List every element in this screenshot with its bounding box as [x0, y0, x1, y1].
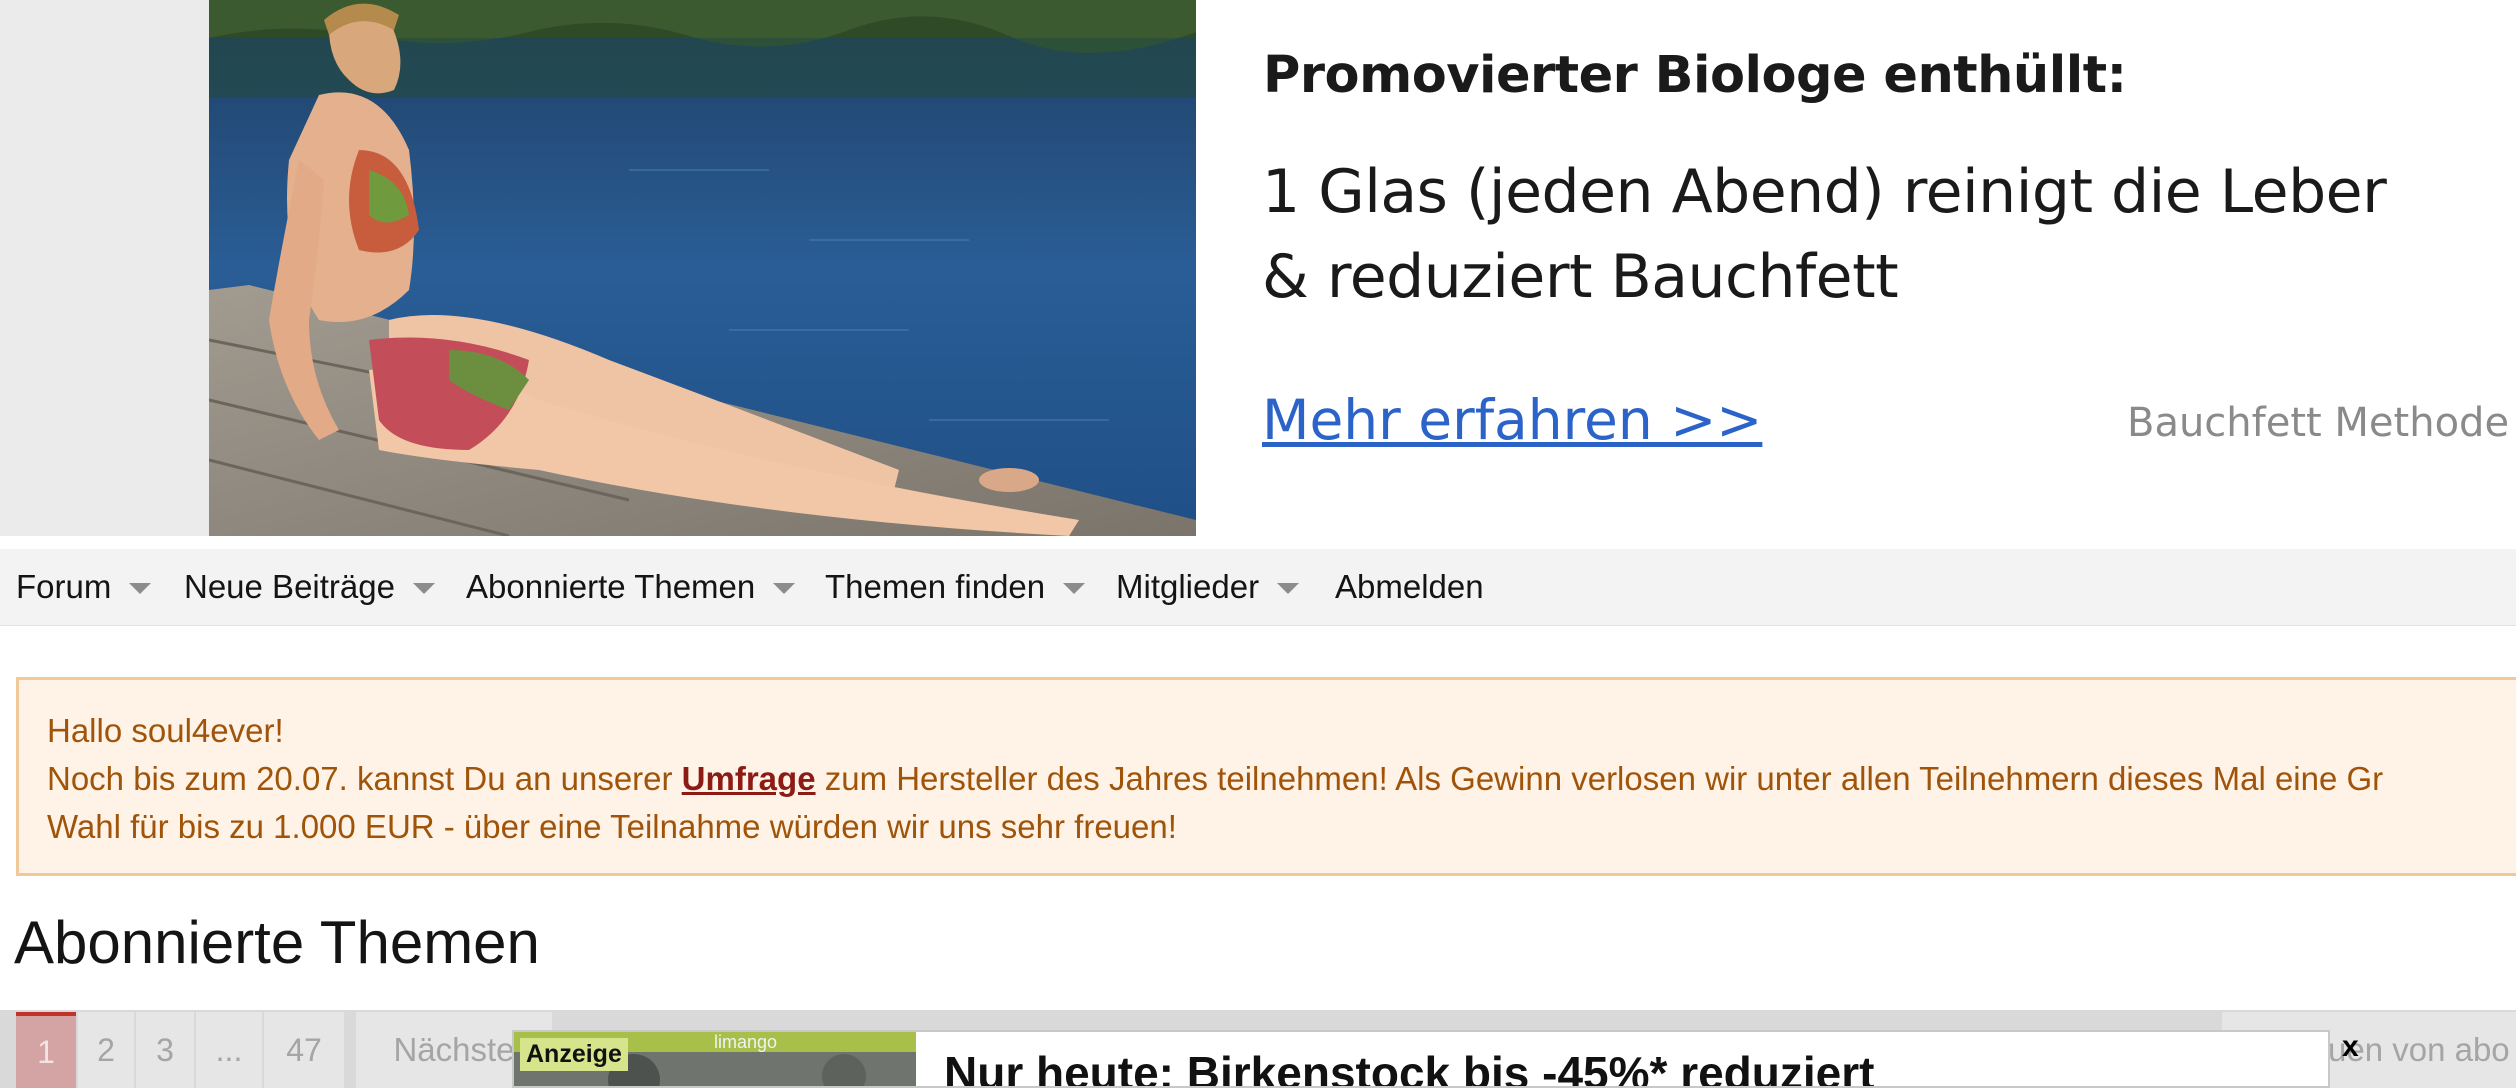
nav-item-label: Abonnierte Themen [466, 568, 756, 605]
nav-item-label: Abmelden [1335, 568, 1484, 605]
page-title: Abonnierte Themen [14, 909, 540, 976]
nav-item-label: Forum [16, 568, 112, 605]
nav-item-abmelden[interactable]: Abmelden [1335, 549, 1484, 625]
nav-item-forum[interactable]: Forum [16, 549, 152, 625]
nav-item-abonnierte-themen[interactable]: Abonnierte Themen [466, 549, 796, 625]
page-button-47[interactable]: 47 [264, 1012, 344, 1088]
ad-left-gutter [0, 0, 209, 536]
nav-item-mitglieder[interactable]: Mitglieder [1116, 549, 1300, 625]
notice-line-2: Noch bis zum 20.07. kannst Du an unserer… [47, 760, 2383, 798]
close-icon[interactable]: x [2342, 1030, 2359, 1064]
caret-down-icon[interactable] [773, 583, 796, 594]
caret-down-icon[interactable] [1063, 583, 1086, 594]
caret-down-icon[interactable] [1277, 583, 1300, 594]
page-button-2[interactable]: 2 [78, 1012, 134, 1088]
nav-item-label: Mitglieder [1116, 568, 1260, 605]
survey-link[interactable]: Umfrage [682, 760, 816, 797]
overlay-ad[interactable]: Anzeige limango Nur heute: Birkenstock b… [512, 1030, 2330, 1088]
overlay-ad-title[interactable]: Nur heute: Birkenstock bis -45%* reduzie… [944, 1046, 1874, 1086]
notice-greeting: Hallo soul4ever! [47, 712, 284, 749]
overlay-ad-brand: limango [714, 1032, 778, 1052]
ad-label-badge: Anzeige [520, 1038, 628, 1071]
ad-text-panel[interactable]: Promovierter Biologe enthüllt: 1 Glas (j… [1196, 0, 2516, 536]
ad-body-line1: 1 Glas (jeden Abend) reinigt die Leber [1262, 157, 2387, 227]
caret-down-icon[interactable] [129, 583, 152, 594]
notice-line-3: Wahl für bis zu 1.000 EUR - über eine Te… [47, 808, 1177, 845]
nav-item-label: Themen finden [825, 568, 1046, 605]
ad-body-line2: & reduziert Bauchfett [1262, 242, 1899, 312]
page-ellipsis[interactable]: ... [196, 1012, 262, 1088]
ad-image[interactable] [209, 0, 1196, 536]
notice-text: Noch bis zum 20.07. kannst Du an unserer [47, 760, 682, 797]
page-button-1[interactable]: 1 [16, 1012, 76, 1088]
overlay-ad-image[interactable]: Anzeige limango [514, 1032, 916, 1086]
main-navbar: Forum Neue Beiträge Abonnierte Themen Th… [0, 549, 2516, 626]
ad-sponsor: Bauchfett Methode [2127, 400, 2510, 446]
ad-body: 1 Glas (jeden Abend) reinigt die Leber &… [1262, 150, 2412, 320]
nav-item-neue-beitraege[interactable]: Neue Beiträge [184, 549, 435, 625]
nav-item-themen-finden[interactable]: Themen finden [825, 549, 1086, 625]
notice-banner: Hallo soul4ever! Noch bis zum 20.07. kan… [16, 677, 2516, 876]
page-button-3[interactable]: 3 [136, 1012, 194, 1088]
ad-cta-link[interactable]: Mehr erfahren >> [1262, 388, 1762, 452]
nav-item-label: Neue Beiträge [184, 568, 395, 605]
notice-text: zum Hersteller des Jahres teilnehmen! Al… [815, 760, 2384, 797]
ad-headline: Promovierter Biologe enthüllt: [1263, 46, 2127, 105]
caret-down-icon[interactable] [412, 583, 435, 594]
